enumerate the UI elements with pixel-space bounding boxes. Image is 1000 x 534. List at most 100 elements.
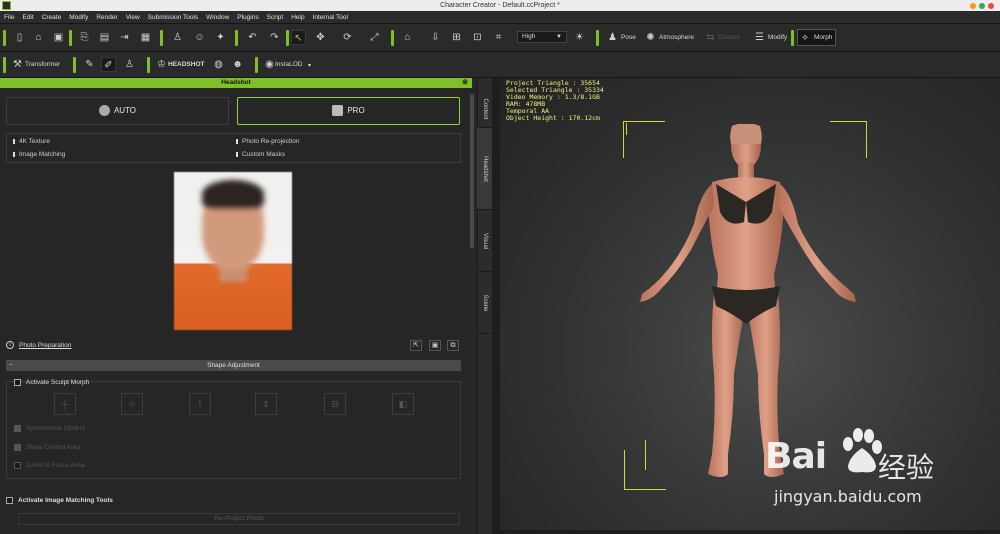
tab-scene[interactable]: Scene (477, 272, 492, 334)
sculpt-icon[interactable]: ✐ (101, 57, 116, 72)
pose-label[interactable]: Pose (621, 30, 636, 45)
maximize-button[interactable] (979, 3, 985, 9)
close-button[interactable] (988, 3, 994, 9)
watermark-text: Bai (765, 436, 827, 477)
viewport-stats: Project Triangle : 35654 Selected Triang… (506, 80, 604, 122)
sculpt-inflate-icon: ⊟ (324, 393, 346, 415)
sculpt-move-icon: ⊹ (121, 393, 143, 415)
new-project-icon[interactable]: ▯ (12, 30, 27, 45)
head-clay-icon[interactable]: ☻ (230, 57, 245, 72)
skin-weight-icon[interactable]: ♙ (122, 57, 137, 72)
light-icon[interactable]: ☀ (572, 30, 587, 45)
toolbar-separator (791, 30, 794, 46)
open-folder-icon[interactable]: ⌂ (31, 30, 46, 45)
quality-select[interactable]: High ▼ (517, 31, 567, 43)
transformer-label[interactable]: Transformer (25, 57, 60, 72)
panel-close-icon[interactable]: ⊗ (461, 78, 469, 86)
panel-scrollbar[interactable] (470, 94, 474, 248)
feature-custom-masks: Custom Masks (236, 151, 285, 158)
document-icon[interactable]: ▤ (97, 30, 112, 45)
panel-title: Headshot (221, 79, 251, 86)
sculpt-flatten-icon: ◧ (392, 393, 414, 415)
toolbar-separator (69, 30, 72, 46)
menu-submission-tools[interactable]: Submission Tools (144, 11, 202, 24)
atmosphere-label[interactable]: Atmosphere (659, 30, 694, 45)
activate-sculpt-morph-checkbox[interactable] (14, 379, 21, 386)
auto-mode-button[interactable]: AUTO (6, 97, 229, 125)
menu-create[interactable]: Create (38, 11, 66, 24)
watermark-cn-text: 经验 (878, 451, 935, 484)
export-icon[interactable]: ⇥ (117, 30, 132, 45)
undo-icon[interactable]: ↶ (245, 30, 260, 45)
reproject-photo-button: Re-Project Photo (18, 513, 460, 525)
menu-internal-tool[interactable]: Internal Tool (309, 11, 352, 24)
stat-object-height: Object Height : 170.12cm (506, 114, 600, 122)
activate-image-matching-checkbox[interactable] (6, 497, 13, 504)
menu-file[interactable]: File (0, 11, 18, 24)
scale-tool-icon[interactable]: ⤢ (367, 30, 382, 45)
pose-icon[interactable]: ♟ (605, 30, 620, 45)
edit-mesh-icon[interactable]: ✎ (82, 57, 97, 72)
title-bar: Character Creator - Default.ccProject * (0, 0, 1000, 11)
custom-icon: ⇆ (706, 32, 715, 43)
toolbar-separator (391, 30, 394, 46)
tab-content[interactable]: Content (477, 90, 492, 128)
menu-help[interactable]: Help (287, 11, 308, 24)
select-tool-icon[interactable]: ↖ (291, 30, 306, 45)
panel-header: Headshot ⊗ (0, 78, 472, 88)
modify-icon[interactable]: ☰ (752, 30, 767, 45)
auto-head-icon (98, 105, 110, 117)
import-icon[interactable]: ⎘ (77, 30, 92, 45)
headshot-tool-icon[interactable]: ☺ (192, 30, 207, 45)
move-tool-icon[interactable]: ✥ (313, 30, 328, 45)
atmosphere-icon[interactable]: ✺ (643, 30, 658, 45)
redo-icon[interactable]: ↷ (267, 30, 282, 45)
head-mesh-icon[interactable]: ◍ (211, 57, 226, 72)
instalod-chevron-down-icon[interactable]: ▾ (308, 59, 311, 74)
morph-button[interactable]: ⟡ Morph (797, 29, 836, 46)
save-photo-icon[interactable]: ▣ (429, 340, 441, 351)
collapse-icon[interactable]: − (9, 360, 13, 371)
camera-down-icon[interactable]: ⇩ (428, 30, 443, 45)
view-mode-icon[interactable]: ⌗ (491, 30, 506, 45)
minimize-button[interactable] (970, 3, 976, 9)
menu-plugins[interactable]: Plugins (233, 11, 262, 24)
show-control-area-checkbox (14, 444, 21, 451)
toolbar-separator (286, 30, 289, 46)
toolbar-separator (147, 57, 150, 73)
render-icon[interactable]: ▦ (138, 30, 153, 45)
home-camera-icon[interactable]: ⌂ (400, 30, 415, 45)
menu-view[interactable]: View (122, 11, 144, 24)
zoom-to-focus-area-checkbox (14, 462, 21, 469)
character-icon[interactable]: ♙ (170, 30, 185, 45)
pose-tool-icon[interactable]: ✦ (213, 30, 228, 45)
load-photo-icon[interactable]: ⇱ (410, 340, 422, 351)
chevron-down-icon: ▼ (556, 34, 562, 40)
tab-visual[interactable]: Visual (477, 210, 492, 272)
frame-all-icon[interactable]: ⊞ (449, 30, 464, 45)
app-icon (2, 1, 11, 10)
menu-script[interactable]: Script (263, 11, 288, 24)
photo-preparation-link[interactable]: Photo Preparation (19, 342, 71, 349)
instalod-label[interactable]: InstaLOD (275, 57, 302, 72)
pro-mode-button[interactable]: PRO (237, 97, 460, 125)
headshot-label[interactable]: HEADSHOT (168, 57, 204, 72)
copy-photo-icon[interactable]: ⧉ (447, 340, 459, 351)
headshot-icon[interactable]: ♔ (154, 57, 169, 72)
save-icon[interactable]: ▣ (51, 30, 66, 45)
sculpt-pinch-icon: ⇕ (255, 393, 277, 415)
menu-edit[interactable]: Edit (18, 11, 37, 24)
info-icon[interactable]: i (6, 341, 14, 349)
rotate-tool-icon[interactable]: ⟳ (340, 30, 355, 45)
character-model[interactable] (636, 124, 860, 494)
menu-window[interactable]: Window (202, 11, 233, 24)
menu-modify[interactable]: Modify (65, 11, 92, 24)
shape-adjustment-header[interactable]: − Shape Adjustment (6, 360, 461, 371)
pro-head-icon (332, 105, 344, 117)
morph-icon: ⟡ (802, 32, 808, 42)
modify-label[interactable]: Modify (768, 30, 787, 45)
menu-render[interactable]: Render (92, 11, 121, 24)
tab-headshot[interactable]: Headshot (477, 128, 492, 210)
transformer-icon[interactable]: ⚒ (10, 57, 25, 72)
frame-selected-icon[interactable]: ⊡ (470, 30, 485, 45)
